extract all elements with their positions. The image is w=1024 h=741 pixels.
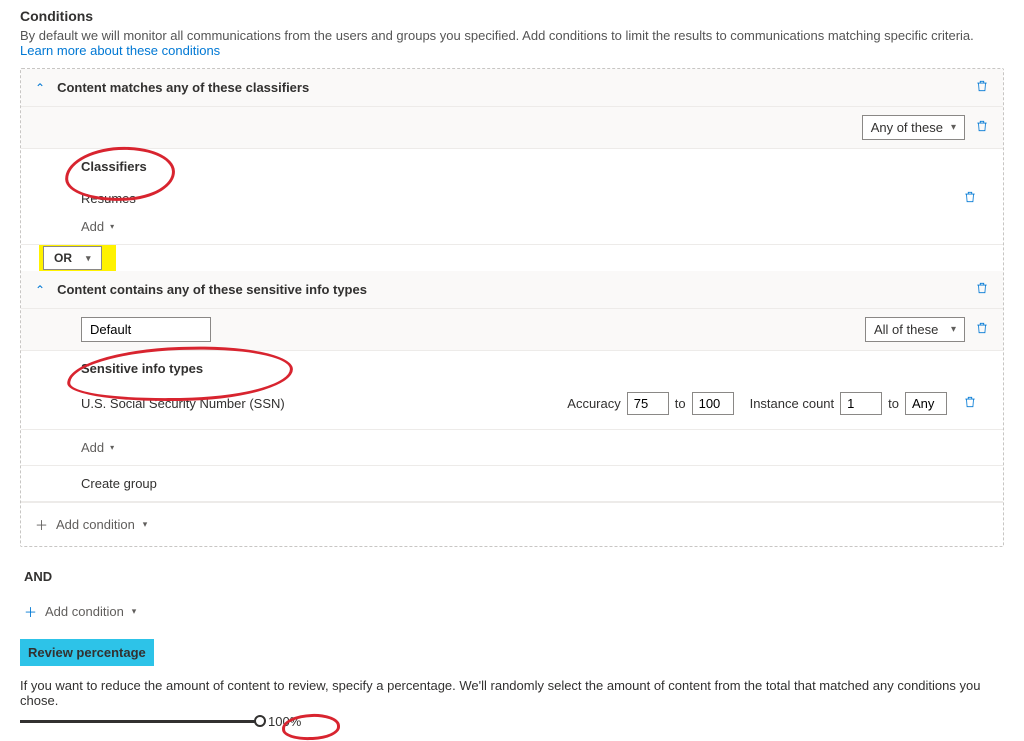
instance-from-input[interactable] xyxy=(840,392,882,415)
condition-sit-title: Content contains any of these sensitive … xyxy=(57,282,975,297)
accuracy-label: Accuracy xyxy=(567,396,620,411)
chevron-down-icon: ▾ xyxy=(110,222,114,231)
learn-more-link[interactable]: Learn more about these conditions xyxy=(20,43,220,58)
chevron-down-icon: ▾ xyxy=(143,519,148,530)
classifiers-section: Classifiers Resumes Add ▾ xyxy=(21,149,1003,245)
sit-item-row: U.S. Social Security Number (SSN) Accura… xyxy=(81,388,977,419)
operator-value: OR xyxy=(54,251,72,265)
instance-group: Instance count to xyxy=(750,392,947,415)
sit-label: Sensitive info types xyxy=(81,361,977,376)
review-percentage-title: Review percentage xyxy=(20,639,154,666)
outer-add-condition-button[interactable]: ＋ Add condition ▾ xyxy=(20,592,1004,639)
plus-icon: ＋ xyxy=(35,515,48,534)
condition-classifiers-header: ⌃ Content matches any of these classifie… xyxy=(21,69,1003,107)
add-sit-row: Add ▾ xyxy=(21,430,1003,466)
classifiers-label: Classifiers xyxy=(81,159,977,174)
match-mode-value: Any of these xyxy=(871,120,943,135)
add-sit-label: Add xyxy=(81,440,104,455)
conditions-container: ⌃ Content matches any of these classifie… xyxy=(20,68,1004,547)
instance-label: Instance count xyxy=(750,396,835,411)
sit-controls: Accuracy to Instance count to xyxy=(567,392,977,415)
create-group-button[interactable]: Create group xyxy=(21,466,1003,502)
review-percentage-desc: If you want to reduce the amount of cont… xyxy=(20,678,1004,708)
plus-icon: ＋ xyxy=(24,602,37,621)
group-name-input[interactable] xyxy=(81,317,211,342)
page-title: Conditions xyxy=(20,8,1004,24)
inner-add-condition-button[interactable]: ＋ Add condition ▾ xyxy=(21,502,1003,546)
page-description: By default we will monitor all communica… xyxy=(20,28,1004,58)
delete-group-button[interactable] xyxy=(975,119,989,136)
chevron-up-icon[interactable]: ⌃ xyxy=(35,283,45,297)
add-classifier-button[interactable]: Add ▾ xyxy=(81,211,114,234)
operator-select[interactable]: OR ▾ xyxy=(43,246,102,270)
and-operator: AND xyxy=(20,561,1004,592)
sit-mode-row: All of these ▾ xyxy=(21,309,1003,351)
sit-item: U.S. Social Security Number (SSN) xyxy=(81,396,567,411)
delete-classifier-button[interactable] xyxy=(963,190,977,207)
slider-track[interactable] xyxy=(20,720,260,723)
outer-add-condition-label: Add condition xyxy=(45,604,124,619)
instance-to-input[interactable] xyxy=(905,392,947,415)
inner-add-condition-label: Add condition xyxy=(56,517,135,532)
chevron-down-icon: ▾ xyxy=(951,122,956,133)
delete-group-button[interactable] xyxy=(975,321,989,338)
classifier-item: Resumes xyxy=(81,191,963,206)
operator-highlight: OR ▾ xyxy=(39,245,116,271)
page-description-text: By default we will monitor all communica… xyxy=(20,28,974,43)
delete-sit-button[interactable] xyxy=(963,395,977,412)
add-sit-button[interactable]: Add ▾ xyxy=(81,440,114,455)
match-mode-select[interactable]: All of these ▾ xyxy=(865,317,965,342)
condition-sit-header: ⌃ Content contains any of these sensitiv… xyxy=(21,271,1003,309)
match-mode-value: All of these xyxy=(874,322,938,337)
slider-thumb[interactable] xyxy=(254,715,266,727)
match-mode-select[interactable]: Any of these ▾ xyxy=(862,115,965,140)
accuracy-to-input[interactable] xyxy=(692,392,734,415)
chevron-down-icon: ▾ xyxy=(86,253,91,264)
delete-condition-button[interactable] xyxy=(975,79,989,96)
review-slider[interactable]: 100% xyxy=(20,714,1004,729)
chevron-down-icon: ▾ xyxy=(132,606,137,617)
chevron-down-icon: ▾ xyxy=(110,443,114,452)
chevron-up-icon[interactable]: ⌃ xyxy=(35,81,45,95)
add-classifier-label: Add xyxy=(81,219,104,234)
instance-to-label: to xyxy=(888,396,899,411)
sit-section: Sensitive info types U.S. Social Securit… xyxy=(21,351,1003,430)
classifiers-mode-row: Any of these ▾ xyxy=(21,107,1003,149)
accuracy-to-label: to xyxy=(675,396,686,411)
chevron-down-icon: ▾ xyxy=(951,324,956,335)
delete-condition-button[interactable] xyxy=(975,281,989,298)
slider-value: 100% xyxy=(268,714,301,729)
accuracy-group: Accuracy to xyxy=(567,392,733,415)
classifier-item-row: Resumes xyxy=(81,186,977,211)
condition-classifiers-title: Content matches any of these classifiers xyxy=(57,80,975,95)
accuracy-from-input[interactable] xyxy=(627,392,669,415)
